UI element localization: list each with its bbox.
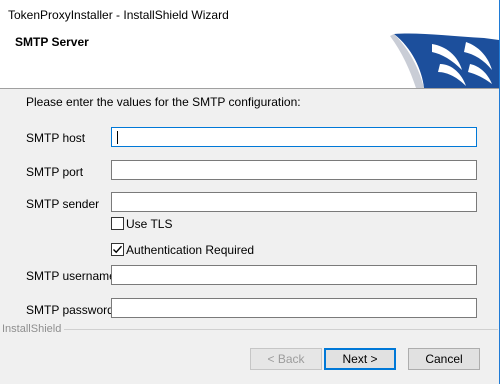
smtp-host-label: SMTP host xyxy=(26,131,86,145)
smtp-password-label: SMTP password xyxy=(26,303,114,317)
installshield-logo-icon xyxy=(388,30,499,88)
wizard-header: SMTP Server xyxy=(0,30,499,89)
form-area: Please enter the values for the SMTP con… xyxy=(0,89,499,335)
title-bar[interactable]: TokenProxyInstaller - InstallShield Wiza… xyxy=(0,0,499,30)
smtp-host-input[interactable] xyxy=(111,127,477,147)
smtp-port-label: SMTP port xyxy=(26,165,84,179)
use-tls-checkbox[interactable] xyxy=(111,217,124,230)
smtp-username-input[interactable] xyxy=(111,265,477,285)
installshield-brand: InstallShield xyxy=(2,323,62,335)
smtp-port-input[interactable] xyxy=(111,160,477,180)
footer-divider xyxy=(64,329,498,330)
next-button[interactable]: Next > xyxy=(324,348,396,370)
back-button[interactable]: < Back xyxy=(250,348,322,370)
text-caret xyxy=(117,131,118,144)
installer-window: TokenProxyInstaller - InstallShield Wiza… xyxy=(0,0,500,384)
page-title: SMTP Server xyxy=(15,35,89,49)
auth-required-label[interactable]: Authentication Required xyxy=(126,243,254,257)
smtp-username-label: SMTP username xyxy=(26,269,116,283)
smtp-sender-label: SMTP sender xyxy=(26,197,100,211)
cancel-button[interactable]: Cancel xyxy=(408,348,480,370)
checkmark-icon xyxy=(113,245,123,254)
use-tls-label[interactable]: Use TLS xyxy=(126,217,172,231)
window-title: TokenProxyInstaller - InstallShield Wiza… xyxy=(8,8,229,22)
auth-required-checkbox[interactable] xyxy=(111,243,124,256)
smtp-sender-input[interactable] xyxy=(111,192,477,212)
form-prompt: Please enter the values for the SMTP con… xyxy=(26,95,301,109)
smtp-password-input[interactable] xyxy=(111,298,477,318)
